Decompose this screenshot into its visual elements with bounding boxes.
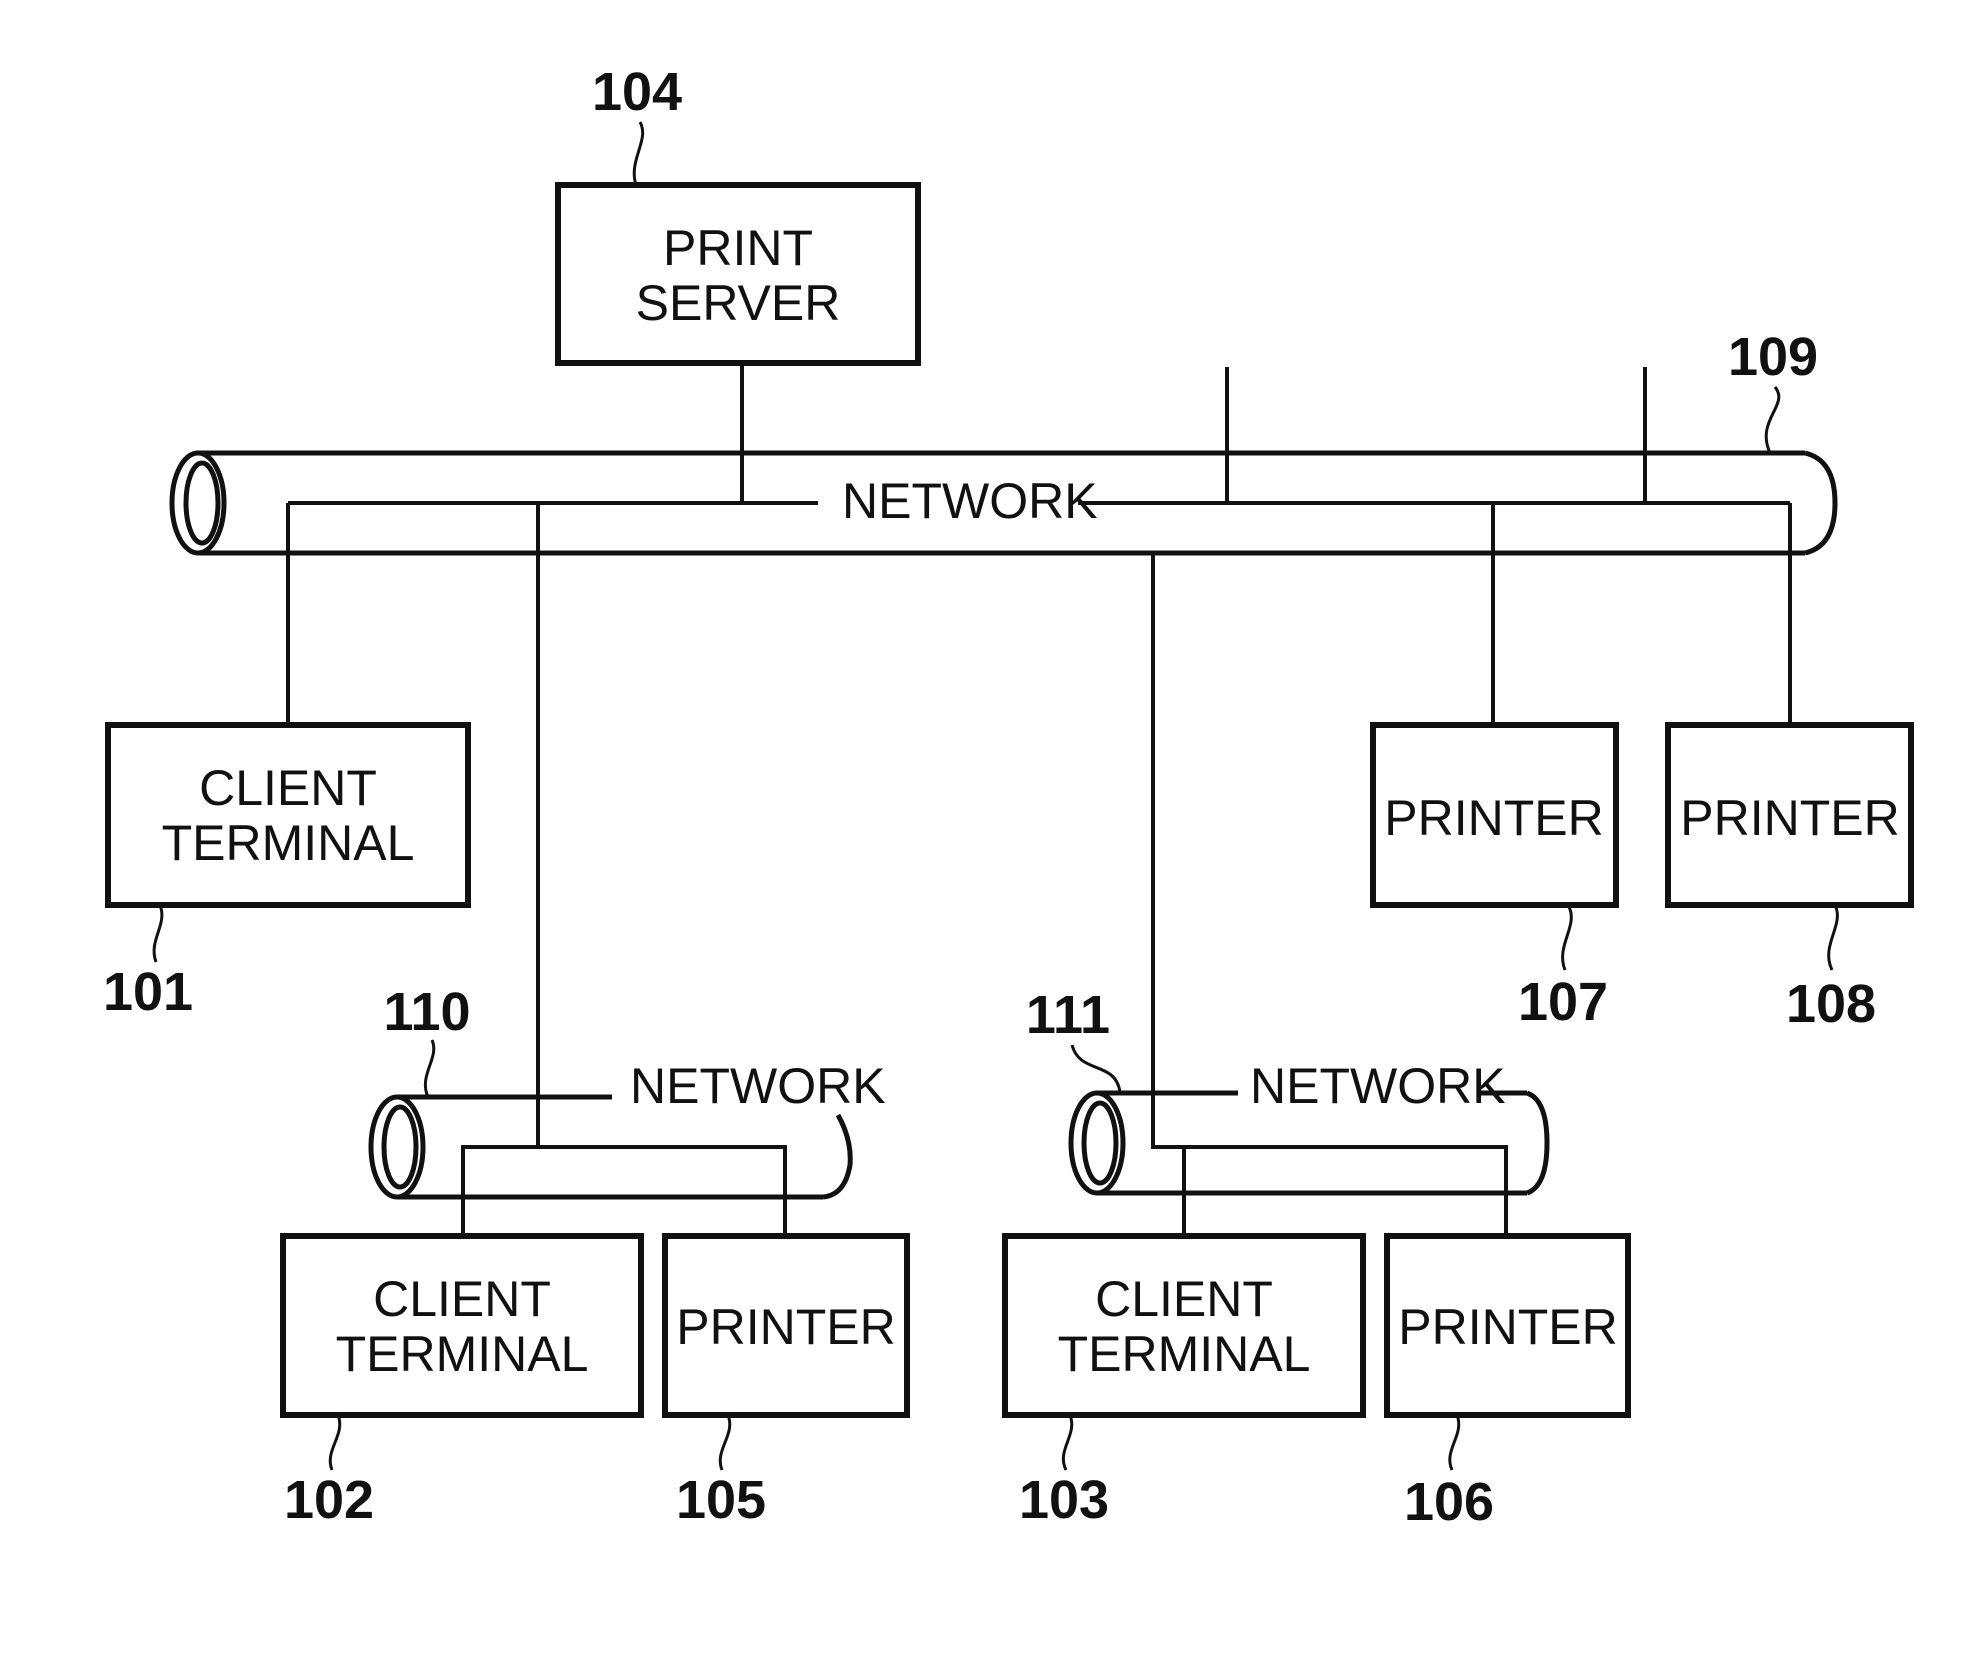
leader-101 xyxy=(152,904,164,963)
ref-label-104: 104 xyxy=(592,62,682,122)
ref-label-101: 101 xyxy=(103,962,193,1022)
leader-109 xyxy=(1764,386,1781,454)
ref-label-111: 111 xyxy=(1026,985,1110,1045)
leader-108 xyxy=(1827,904,1839,971)
client-103-line2: TERMINAL xyxy=(1058,1326,1311,1382)
printer-107-label: PRINTER xyxy=(1384,790,1603,846)
network-111-pipe-left-cap-inner xyxy=(1081,1100,1119,1186)
main-network-pipe-left-cap-inner xyxy=(183,460,221,546)
network-111-pipe-right-cap xyxy=(1525,1090,1550,1196)
printer-106: PRINTER 106 xyxy=(1384,1233,1631,1532)
leader-106 xyxy=(1448,1414,1461,1471)
printer-108-label: PRINTER xyxy=(1680,790,1899,846)
leader-105 xyxy=(718,1414,732,1471)
ref-label-103: 103 xyxy=(1019,1470,1109,1530)
leader-107 xyxy=(1561,904,1573,971)
network-110-pipe-left-cap-inner xyxy=(381,1104,419,1190)
print-server-104: PRINT SERVER 104 xyxy=(555,62,921,503)
client-terminal-103: CLIENT TERMINAL 103 xyxy=(1002,1233,1366,1530)
network-110-label: NETWORK xyxy=(630,1058,886,1114)
leader-110 xyxy=(423,1039,436,1098)
main-network-pipe-right-cap xyxy=(1804,450,1838,556)
client-101-line2: TERMINAL xyxy=(162,815,415,871)
ref-label-107: 107 xyxy=(1518,972,1608,1032)
client-102-line1: CLIENT xyxy=(373,1271,551,1327)
printer-105: PRINTER 105 xyxy=(662,1233,910,1530)
leader-111 xyxy=(1070,1044,1122,1093)
printer-105-label: PRINTER xyxy=(676,1299,895,1355)
main-network-109: NETWORK 109 xyxy=(169,327,1838,556)
leader-102 xyxy=(328,1414,342,1471)
network-110-pipe-right-cap xyxy=(822,1113,853,1200)
leader-104 xyxy=(632,121,645,186)
client-terminal-102: CLIENT TERMINAL 102 xyxy=(280,1233,644,1530)
printer-107: PRINTER 107 xyxy=(1370,503,1619,1032)
ref-label-106: 106 xyxy=(1404,1472,1494,1532)
print-server-line2: SERVER xyxy=(636,275,841,331)
network-111-label: NETWORK xyxy=(1250,1058,1506,1114)
printer-108: PRINTER 108 xyxy=(1665,503,1914,1034)
network-diagram: NETWORK 109 PRINT SERVER 104 CLIENT TERM… xyxy=(103,62,1914,1532)
client-102-line2: TERMINAL xyxy=(336,1326,589,1382)
ref-label-102: 102 xyxy=(284,1470,374,1530)
ref-label-105: 105 xyxy=(676,1470,766,1530)
print-server-line1: PRINT xyxy=(663,220,813,276)
client-terminal-101: CLIENT TERMINAL 101 xyxy=(103,503,471,1022)
main-network-label: NETWORK xyxy=(842,473,1098,529)
ref-label-110: 110 xyxy=(383,982,470,1042)
client-103-line1: CLIENT xyxy=(1095,1271,1273,1327)
leader-103 xyxy=(1061,1414,1074,1471)
printer-106-label: PRINTER xyxy=(1398,1299,1617,1355)
network-110-bus xyxy=(461,1145,787,1236)
ref-label-108: 108 xyxy=(1786,974,1876,1034)
client-101-line1: CLIENT xyxy=(199,760,377,816)
ref-label-109: 109 xyxy=(1728,327,1818,387)
